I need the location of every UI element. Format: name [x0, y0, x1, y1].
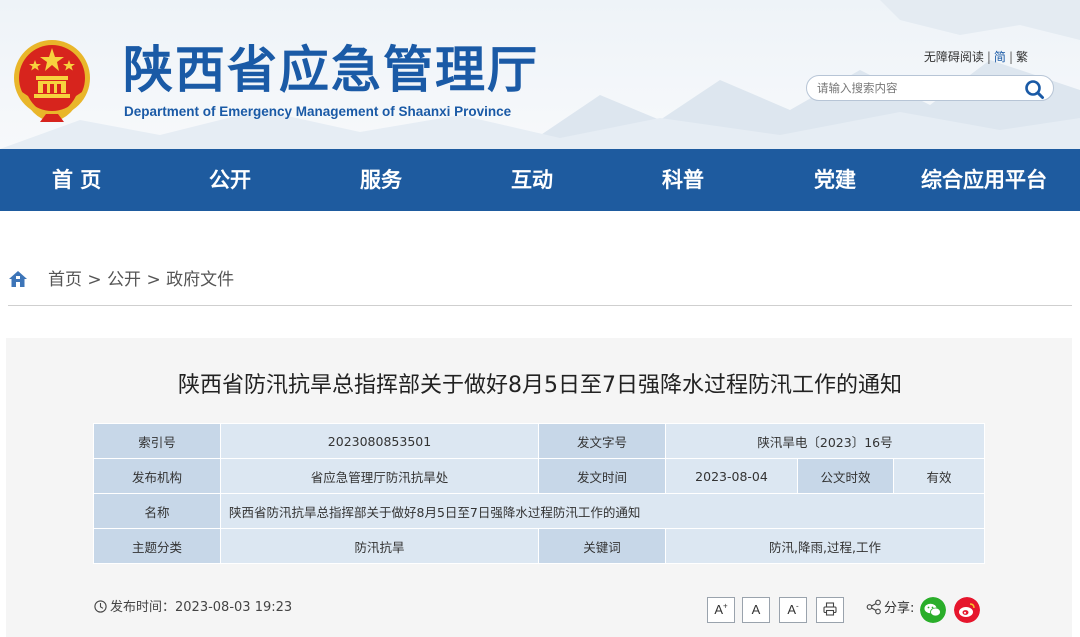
weibo-icon[interactable]: [954, 597, 980, 623]
nav-item-public[interactable]: 公开: [209, 149, 251, 211]
breadcrumb-separator: >: [87, 270, 102, 290]
org-label: 发布机构: [93, 458, 221, 494]
publish-time-value: 2023-08-03 19:23: [175, 600, 293, 615]
name-value: 陕西省防汛抗旱总指挥部关于做好8月5日至7日强降水过程防汛工作的通知: [219, 493, 986, 529]
font-normal-label: A: [751, 602, 761, 617]
keywords-value: 防汛,降雨,过程,工作: [664, 528, 986, 564]
topic-value: 防汛抗旱: [220, 528, 539, 564]
separator: |: [1008, 50, 1013, 64]
search-input[interactable]: [817, 80, 1012, 96]
nav-item-interaction[interactable]: 互动: [511, 149, 553, 211]
article-title: 陕西省防汛抗旱总指挥部关于做好8月5日至7日强降水过程防汛工作的通知: [178, 373, 902, 398]
breadcrumb-trail: 首页 > 公开 > 政府文件: [48, 268, 234, 292]
breadcrumb-home[interactable]: 首页: [48, 270, 82, 290]
table-row: 发布机构 省应急管理厅防汛抗旱处 发文时间 2023-08-04 公文时效 有效: [93, 458, 986, 494]
document-metadata-table: 索引号 2023080853501 发文字号 陕汛旱电〔2023〕16号 发布机…: [93, 423, 986, 564]
docno-label: 发文字号: [538, 423, 666, 459]
traditional-chinese-link[interactable]: 繁: [1016, 50, 1028, 64]
breadcrumb-gov-docs[interactable]: 政府文件: [166, 270, 234, 290]
search-icon[interactable]: [1023, 78, 1045, 100]
divider: [8, 305, 1072, 306]
table-row: 名称 陕西省防汛抗旱总指挥部关于做好8月5日至7日强降水过程防汛工作的通知: [93, 493, 986, 529]
nav-item-service[interactable]: 服务: [360, 149, 402, 211]
national-emblem-icon: [14, 40, 90, 122]
table-row: 索引号 2023080853501 发文字号 陕汛旱电〔2023〕16号: [93, 423, 986, 459]
nav-item-science[interactable]: 科普: [662, 149, 704, 211]
font-larger-label: A: [714, 602, 723, 617]
name-label: 名称: [93, 493, 221, 529]
print-button[interactable]: [816, 597, 844, 623]
wechat-icon[interactable]: [920, 597, 946, 623]
nav-item-platform[interactable]: 综合应用平台: [921, 149, 1047, 211]
site-title: 陕西省应急管理厅: [123, 41, 539, 99]
keywords-label: 关键词: [538, 528, 666, 564]
table-row: 主题分类 防汛抗旱 关键词 防汛,降雨,过程,工作: [93, 528, 986, 564]
font-smaller-label: A: [787, 602, 796, 617]
breadcrumb-public[interactable]: 公开: [107, 270, 141, 290]
search-box: [806, 75, 1054, 101]
date-label: 发文时间: [538, 458, 666, 494]
validity-label: 公文时效: [797, 458, 894, 494]
font-larger-button[interactable]: A+: [707, 597, 735, 623]
clock-icon: [94, 600, 107, 613]
plus-icon: +: [723, 601, 728, 611]
top-links: 无障碍阅读 | 简 | 繁: [924, 48, 1028, 65]
share-label: 分享:: [884, 601, 915, 616]
nav-item-home[interactable]: 首 页: [52, 149, 101, 211]
publish-time: 发布时间：2023-08-03 19:23: [94, 599, 292, 617]
home-icon: [9, 271, 27, 287]
publish-time-label: 发布时间：: [110, 600, 176, 615]
date-value: 2023-08-04: [665, 458, 798, 494]
accessible-reading-link[interactable]: 无障碍阅读: [924, 50, 984, 64]
site-header: 陕西省应急管理厅 Department of Emergency Managem…: [0, 0, 1080, 149]
nav-item-party[interactable]: 党建: [814, 149, 856, 211]
docno-value: 陕汛旱电〔2023〕16号: [664, 423, 986, 459]
print-icon: [823, 602, 837, 616]
site-subtitle: Department of Emergency Management of Sh…: [124, 104, 512, 119]
main-nav: 首 页 公开 服务 互动 科普 党建 综合应用平台: [0, 149, 1080, 211]
topic-label: 主题分类: [93, 528, 221, 564]
index-value: 2023080853501: [220, 423, 539, 459]
simplified-chinese-link[interactable]: 简: [994, 50, 1006, 64]
separator: |: [986, 50, 991, 64]
share-icon: [866, 599, 881, 615]
breadcrumb-separator: >: [146, 270, 161, 290]
font-normal-button[interactable]: A: [742, 597, 770, 623]
font-smaller-button[interactable]: A-: [779, 597, 807, 623]
validity-value: 有效: [892, 458, 986, 494]
index-label: 索引号: [93, 423, 221, 459]
share-area: 分享:: [866, 598, 914, 620]
minus-icon: -: [796, 601, 799, 611]
org-value: 省应急管理厅防汛抗旱处: [220, 458, 539, 494]
